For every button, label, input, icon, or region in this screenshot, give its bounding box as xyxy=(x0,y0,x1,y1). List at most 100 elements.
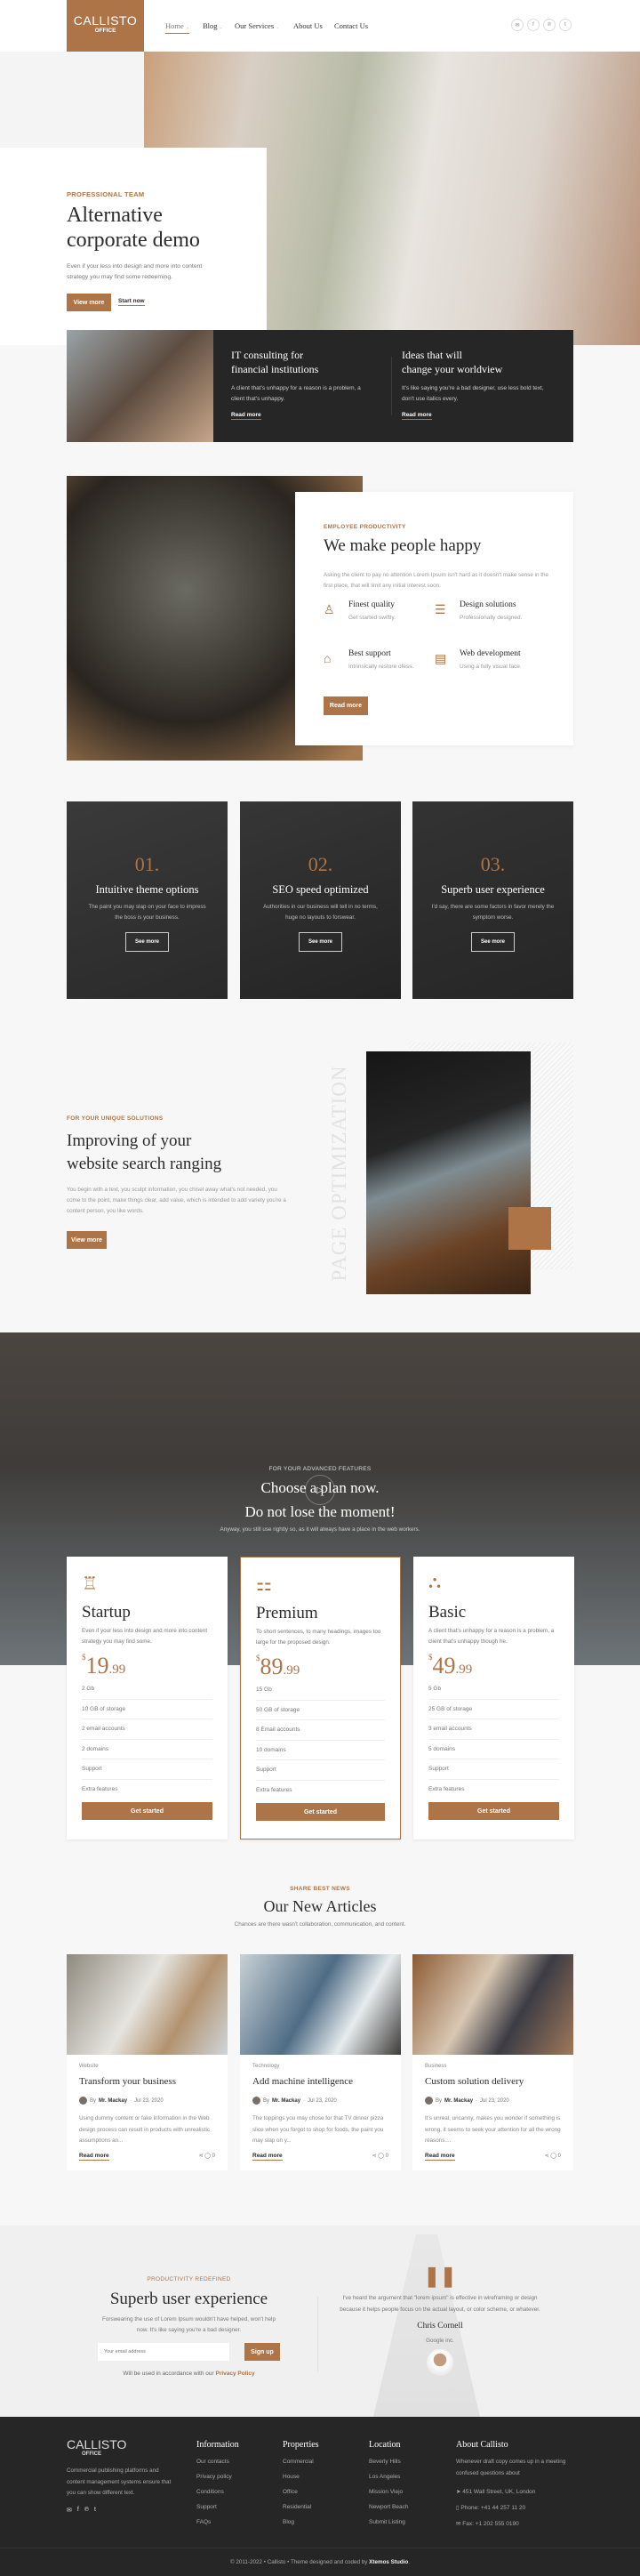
footer-link[interactable]: Privacy policy xyxy=(196,2474,239,2480)
pricing-card-startup: ♖ Startup Even if your less into design a… xyxy=(67,1557,228,1839)
nav-home[interactable]: Home ⌄ xyxy=(165,21,190,34)
email-input[interactable] xyxy=(98,2343,229,2361)
articles-list: Website Transform your business By Mr. Mac… xyxy=(0,1954,640,2170)
copyright: © 2011-2022 • Callisto • Theme designed … xyxy=(229,2559,411,2565)
read-more-link[interactable]: Read more xyxy=(252,2153,283,2161)
footer-link[interactable]: Commercial xyxy=(283,2459,319,2465)
footer-link[interactable]: Support xyxy=(196,2504,239,2510)
read-more-link[interactable]: Read more xyxy=(79,2153,109,2161)
article-image xyxy=(67,1954,228,2055)
footer-link[interactable]: Mission Viejo xyxy=(369,2489,408,2495)
article-title[interactable]: Add machine intelligence xyxy=(252,2076,388,2087)
chevron-down-icon: ⌄ xyxy=(276,26,280,30)
comment-icon[interactable]: ◯ xyxy=(550,2153,556,2159)
hero-title: Alternative corporate demo xyxy=(67,204,200,252)
read-more-link[interactable]: Read more xyxy=(402,412,432,420)
footer-column-properties: Properties Commercial House Office Residenti… xyxy=(283,2440,319,2525)
footer-link[interactable]: Conditions xyxy=(196,2489,239,2495)
feature-item: ▤ Web development Using a fully visual fac… xyxy=(435,649,522,670)
article-title[interactable]: Custom solution delivery xyxy=(425,2076,561,2087)
view-more-button[interactable]: View more xyxy=(67,294,111,311)
feature-card: 01. Intuitive theme options The paint you … xyxy=(67,801,228,999)
footer-column-about: About Callisto Whenever draft copy comes… xyxy=(456,2440,566,2527)
vertical-label: PAGE OPTIMIZATION xyxy=(328,1065,350,1282)
solutions-section: FOR YOUR UNIQUE SOLUTIONS Improving of y… xyxy=(0,1032,640,1325)
email-icon[interactable]: ✉ xyxy=(67,2507,72,2514)
footer-link[interactable]: Beverly Hills xyxy=(369,2459,408,2465)
pinterest-icon[interactable]: ℗ xyxy=(84,2507,89,2514)
get-started-button[interactable]: Get started xyxy=(256,1803,385,1821)
footer-link[interactable]: FAQs xyxy=(196,2519,239,2525)
pricing-card-basic: ⛬ Basic A client that's unhappy for a rea… xyxy=(413,1557,574,1839)
facebook-icon[interactable]: f xyxy=(527,19,540,31)
newsletter-section: PRODUCTIVITY REDEFINED Superb user exper… xyxy=(0,2226,640,2417)
footer-link[interactable]: Newport Beach xyxy=(369,2504,408,2510)
read-more-button[interactable]: Read more xyxy=(324,696,368,715)
band-column: Ideas that will change your worldview It'… xyxy=(402,349,544,420)
footer-link[interactable]: Los Angeles xyxy=(369,2474,408,2480)
see-more-button[interactable]: See more xyxy=(470,932,515,952)
footer-link[interactable]: Office xyxy=(283,2489,319,2495)
start-now-link[interactable]: Start now xyxy=(118,298,145,306)
twitter-icon[interactable]: t xyxy=(94,2507,96,2514)
nav-our-services[interactable]: Our Services ⌄ xyxy=(235,21,279,30)
price: $89.99 xyxy=(256,1654,300,1679)
presentation-icon: ⚏ xyxy=(256,1575,272,1595)
footer-link[interactable]: Our contacts xyxy=(196,2459,239,2465)
price: $49.99 xyxy=(428,1653,473,1678)
nav-blog[interactable]: Blog ⌄ xyxy=(203,21,223,30)
article-card: Business Custom solution delivery By Mr. M… xyxy=(412,1954,573,2170)
pinterest-icon[interactable]: ℗ xyxy=(543,19,556,31)
twitter-icon[interactable]: t xyxy=(559,19,572,31)
avatar xyxy=(252,2097,260,2105)
get-started-button[interactable]: Get started xyxy=(82,1802,212,1820)
network-icon: ⛬ xyxy=(428,1573,441,1592)
quote-icon: ❚❚ xyxy=(423,2265,457,2287)
sign-up-button[interactable]: Sign up xyxy=(244,2343,280,2361)
consulting-band: IT consulting for financial institutions … xyxy=(0,330,640,442)
facebook-icon[interactable]: f xyxy=(77,2507,79,2514)
footer-link[interactable]: House xyxy=(283,2474,319,2480)
see-more-button[interactable]: See more xyxy=(298,932,342,952)
chevron-down-icon: ⌄ xyxy=(219,26,223,30)
footer-link[interactable]: Submit Listing xyxy=(369,2519,408,2525)
footer-column-location: Location Beverly Hills Los Angeles Mission … xyxy=(369,2440,409,2525)
play-icon[interactable]: ▷ xyxy=(305,1475,335,1505)
see-more-button[interactable]: See more xyxy=(124,932,169,952)
productivity-section: EMPLOYEE PRODUCTIVITY We make people hap… xyxy=(0,476,640,761)
nav-about-us[interactable]: About Us xyxy=(293,21,323,30)
support-icon: ⌂ xyxy=(324,651,332,665)
comment-icon[interactable]: ◯ xyxy=(378,2153,384,2159)
privacy-policy-link[interactable]: Privacy Policy xyxy=(215,2371,254,2377)
notebook-icon: ▤ xyxy=(435,651,447,665)
comment-icon[interactable]: ◯ xyxy=(204,2153,211,2159)
avatar xyxy=(427,2349,453,2376)
feature-card: 03. Superb user experience I'd say, there … xyxy=(412,801,573,999)
productivity-card: EMPLOYEE PRODUCTIVITY We make people hap… xyxy=(295,492,573,745)
feature-item: ☰ Design solutions Professionally designed… xyxy=(435,600,523,621)
email-icon[interactable]: ✉ xyxy=(511,19,524,31)
logo[interactable]: CALLISTO OFFICE xyxy=(67,0,144,52)
accent-square xyxy=(508,1207,551,1250)
share-icon[interactable]: ⋖ xyxy=(545,2153,549,2159)
avatar xyxy=(79,2097,87,2105)
feature-item: ♙ Finest quality Get started swiftly. xyxy=(324,600,396,621)
site-header: CALLISTO OFFICE Home ⌄ Blog ⌄ Our Servic… xyxy=(0,0,640,52)
get-started-button[interactable]: Get started xyxy=(428,1802,559,1820)
share-icon[interactable]: ⋖ xyxy=(199,2153,204,2159)
footer-link[interactable]: Blog xyxy=(283,2519,319,2525)
nav-contact-us[interactable]: Contact Us xyxy=(334,21,368,30)
article-title[interactable]: Transform your business xyxy=(79,2076,215,2087)
footer-logo[interactable]: CALLISTO OFFICE xyxy=(67,2437,126,2457)
article-card: Technology Add machine intelligence By Mr.… xyxy=(240,1954,401,2170)
read-more-link[interactable]: Read more xyxy=(231,412,261,420)
pricing-section: ♖ Startup Even if your less into design a… xyxy=(0,1557,640,1841)
view-more-button[interactable]: View more xyxy=(67,1231,107,1249)
price: $19.99 xyxy=(82,1653,126,1678)
share-icon[interactable]: ⋖ xyxy=(372,2153,377,2159)
read-more-link[interactable]: Read more xyxy=(425,2153,455,2161)
feature-item: ⌂ Best support Intrinsically restore ofess… xyxy=(324,649,414,670)
article-card: Website Transform your business By Mr. Mac… xyxy=(67,1954,228,2170)
credit-link[interactable]: Xtemos Studio xyxy=(369,2559,408,2565)
footer-link[interactable]: Residential xyxy=(283,2504,319,2510)
